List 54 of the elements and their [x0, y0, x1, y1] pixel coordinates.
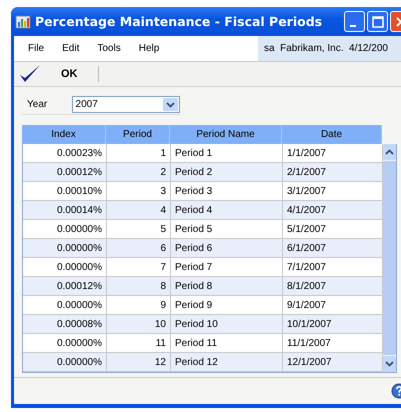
table-cell: 0.00012%	[23, 277, 107, 295]
scrollbar[interactable]	[383, 144, 396, 372]
chart-icon	[15, 14, 31, 30]
table-cell: 0.00012%	[23, 163, 107, 181]
window-title: Percentage Maintenance - Fiscal Periods	[35, 14, 324, 29]
table-cell: Period 8	[171, 277, 283, 295]
scroll-down-icon	[385, 361, 394, 367]
minimize-icon	[350, 24, 356, 26]
menu-item[interactable]: File	[28, 43, 44, 54]
table-cell: Period 9	[171, 296, 283, 314]
table-cell: Period 6	[171, 239, 283, 257]
table-cell: 0.00010%	[23, 182, 107, 200]
table-cell: 8	[107, 277, 171, 295]
table-cell: 0.00000%	[23, 334, 107, 352]
menu-item[interactable]: Tools	[97, 43, 121, 54]
table-cell: 10	[107, 315, 171, 333]
table-cell: Period 4	[171, 201, 283, 219]
table-cell: Period 3	[171, 182, 283, 200]
table-cell: 6	[107, 239, 171, 257]
table-cell: 9	[107, 296, 171, 314]
table-cell: 0.00000%	[23, 258, 107, 276]
table-cell: 0.00000%	[23, 353, 107, 371]
year-label: Year	[26, 99, 48, 110]
table-cell: 12	[107, 353, 171, 371]
year-dropdown[interactable]: 2007	[72, 96, 180, 113]
table-cell: 11	[107, 334, 171, 352]
table-cell: Period 12	[171, 353, 283, 371]
checkmark-icon	[19, 64, 41, 84]
table-cell: 5	[107, 220, 171, 238]
table-cell: 0.00023%	[23, 144, 107, 162]
table-cell: Period 10	[171, 315, 283, 333]
table-cell: Period 7	[171, 258, 283, 276]
table-cell: Period 5	[171, 220, 283, 238]
scroll-up-icon	[385, 149, 394, 155]
maximize-button[interactable]	[367, 11, 388, 32]
table-cell: Period 1	[171, 144, 283, 162]
ok-button[interactable]: OK	[14, 63, 78, 85]
table-cell: 0.00000%	[23, 296, 107, 314]
table-cell: 7	[107, 258, 171, 276]
table-cell: 0.00000%	[23, 220, 107, 238]
menu-item[interactable]: Edit	[62, 43, 80, 54]
minimize-button[interactable]	[344, 11, 365, 32]
menu-item[interactable]: Help	[138, 43, 160, 54]
table-cell: 1	[107, 144, 171, 162]
table-cell: 2	[107, 163, 171, 181]
table-cell: Period 11	[171, 334, 283, 352]
table-cell: 0.00014%	[23, 201, 107, 219]
table-cell: 3	[107, 182, 171, 200]
maximize-icon	[372, 16, 384, 28]
user-info: sa Fabrikam, Inc. 4/12/200	[258, 36, 401, 61]
table-cell: Period 2	[171, 163, 283, 181]
table-cell: 0.00000%	[23, 239, 107, 257]
table-cell: 4	[107, 201, 171, 219]
table-cell: 0.00008%	[23, 315, 107, 333]
